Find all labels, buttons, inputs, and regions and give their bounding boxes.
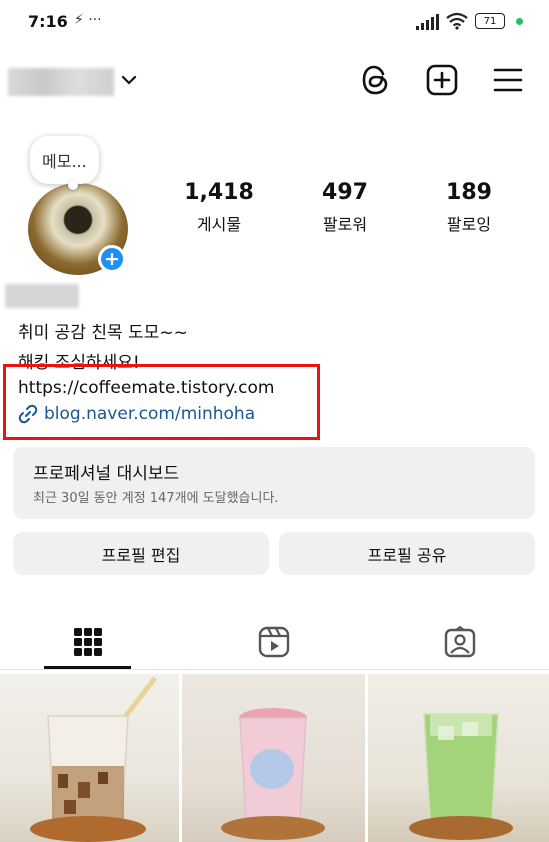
highlight-box <box>3 364 320 440</box>
tab-tagged[interactable] <box>400 617 520 667</box>
reels-icon <box>258 626 290 658</box>
status-dot <box>516 18 523 25</box>
stat-posts-label: 게시물 <box>196 215 242 234</box>
edit-profile-button[interactable]: 프로필 편집 <box>13 532 269 575</box>
tagged-icon <box>444 626 476 658</box>
stat-posts[interactable]: 1,418 게시물 <box>164 180 274 235</box>
stat-followers-value: 497 <box>322 180 368 205</box>
bio-line: 취미 공감 친목 도모~~ <box>18 323 188 343</box>
battery-indicator: 71 <box>475 13 505 29</box>
tab-reels[interactable] <box>214 617 334 667</box>
stat-following-label: 팔로잉 <box>446 215 492 234</box>
share-profile-button[interactable]: 프로필 공유 <box>279 532 535 575</box>
post-thumbnail[interactable] <box>182 674 365 842</box>
stat-followers-label: 팔로워 <box>322 215 368 234</box>
wifi-icon <box>446 12 468 30</box>
professional-dashboard[interactable]: 프로페셔널 대시보드 최근 30일 동안 계정 147개에 도달했습니다. <box>13 447 535 519</box>
memo-bubble-tail <box>68 180 78 190</box>
tab-divider <box>0 669 549 670</box>
stat-posts-value: 1,418 <box>184 180 254 205</box>
stat-followers[interactable]: 497 팔로워 <box>290 180 400 235</box>
dashboard-subtitle: 최근 30일 동안 계정 147개에 도달했습니다. <box>33 491 279 506</box>
menu-icon[interactable] <box>490 62 526 98</box>
display-name-blurred <box>5 284 79 308</box>
memo-bubble[interactable]: 메모... <box>30 136 99 184</box>
stat-following[interactable]: 189 팔로잉 <box>414 180 524 235</box>
status-time: 7:16 <box>28 12 68 31</box>
stat-following-value: 189 <box>446 180 492 205</box>
create-post-icon[interactable] <box>424 62 460 98</box>
status-notification-icons: ⚡ ··· <box>74 12 102 28</box>
post-thumbnail[interactable] <box>368 674 549 842</box>
tab-posts-grid[interactable] <box>28 617 148 667</box>
dashboard-title: 프로페셔널 대시보드 <box>33 464 180 484</box>
add-story-icon[interactable]: + <box>98 245 126 273</box>
username-blurred[interactable] <box>8 68 114 96</box>
signal-icon <box>416 14 439 30</box>
post-thumbnail[interactable] <box>0 674 179 842</box>
chevron-down-icon[interactable] <box>121 74 137 86</box>
threads-icon[interactable] <box>358 62 394 98</box>
grid-icon <box>74 628 102 656</box>
